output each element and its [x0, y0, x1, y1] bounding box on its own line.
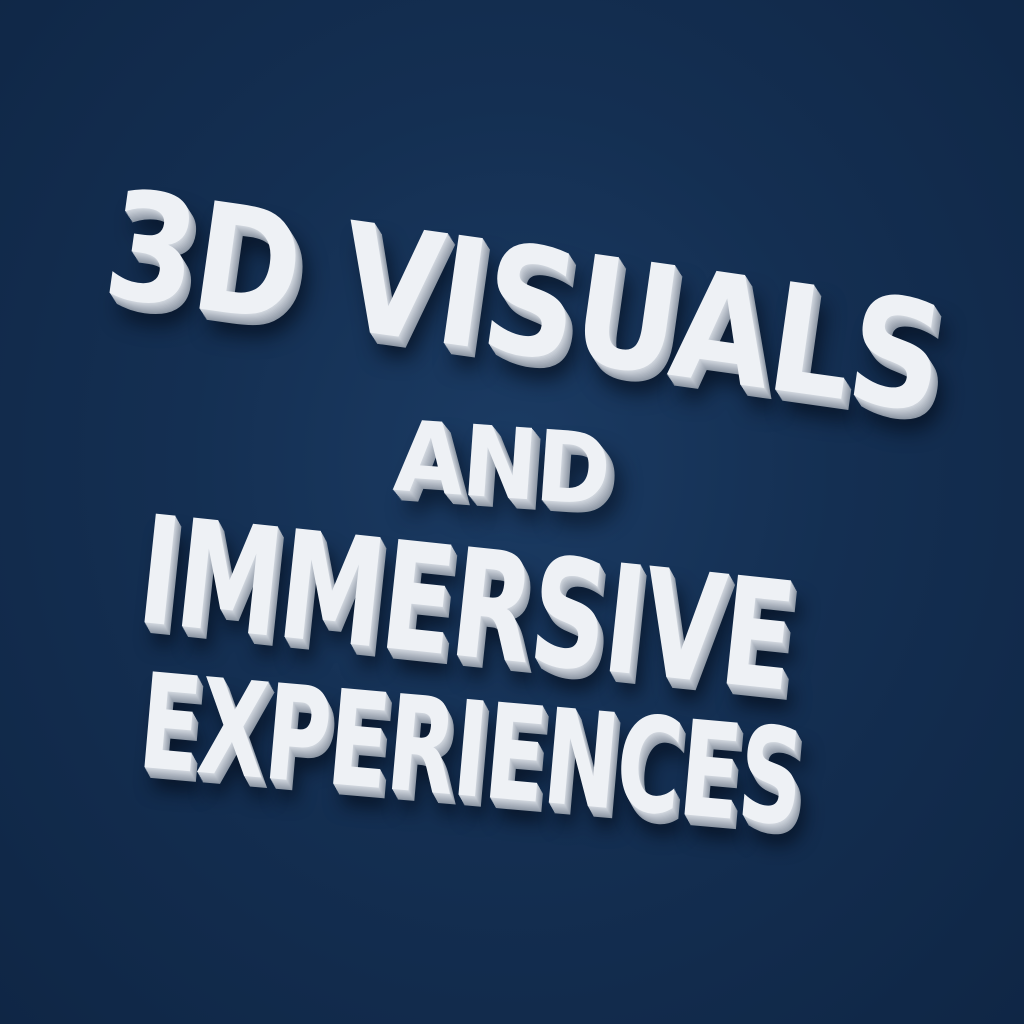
headline-line-1: 3D VISUALS — [95, 158, 953, 448]
headline-scene: 3D VISUALS AND IMMERSIVE EXPERIENCES — [0, 0, 1024, 1024]
headline-line-2: AND — [390, 400, 613, 529]
